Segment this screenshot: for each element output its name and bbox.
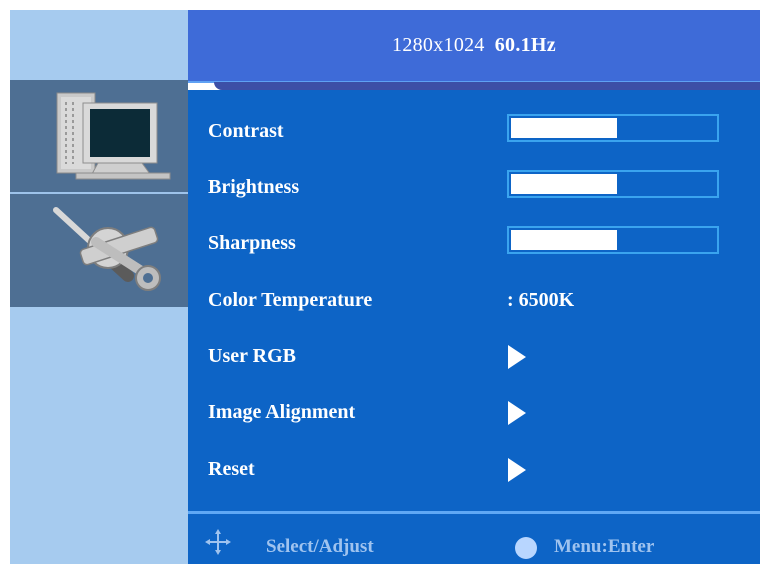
contrast-label: Contrast <box>208 120 284 142</box>
color-temperature-label: Color Temperature <box>208 289 373 311</box>
header-tab-edge <box>214 82 760 90</box>
enter-button-icon <box>515 537 537 559</box>
select-adjust-hint: Select/Adjust <box>266 536 374 557</box>
submenu-arrow-icon <box>508 458 526 482</box>
osd-header: 1280x1024 60.1Hz <box>188 10 760 81</box>
submenu-arrow-icon <box>508 345 526 369</box>
sharpness-slider[interactable] <box>507 226 719 254</box>
osd-footer: Select/Adjust Menu:Enter <box>188 514 760 564</box>
sidebar-item-picture[interactable] <box>10 84 188 188</box>
menu-item-color-temperature[interactable]: Color Temperature : 6500K <box>188 281 760 321</box>
color-temperature-value: : 6500K <box>507 289 575 311</box>
brightness-slider-fill <box>511 174 617 194</box>
sharpness-label: Sharpness <box>208 232 296 254</box>
four-way-arrows-icon <box>205 529 231 555</box>
reset-label: Reset <box>208 458 255 480</box>
sidebar-item-settings[interactable] <box>10 198 188 304</box>
sharpness-slider-fill <box>511 230 617 250</box>
image-alignment-label: Image Alignment <box>208 401 356 423</box>
sidebar-divider <box>10 192 188 194</box>
submenu-arrow-icon <box>508 401 526 425</box>
brightness-slider[interactable] <box>507 170 719 198</box>
osd-menu-panel: Contrast Brightness Sharpness Color Temp… <box>188 90 760 511</box>
refresh-rate-value: 60.1Hz <box>494 34 556 56</box>
menu-enter-hint: Menu:Enter <box>554 536 655 557</box>
menu-item-reset[interactable]: Reset <box>188 450 760 490</box>
contrast-slider[interactable] <box>507 114 719 142</box>
brightness-label: Brightness <box>208 176 300 198</box>
user-rgb-label: User RGB <box>208 345 296 367</box>
menu-item-image-alignment[interactable]: Image Alignment <box>188 393 760 433</box>
resolution-readout: 1280x1024 60.1Hz <box>188 34 760 57</box>
menu-item-user-rgb[interactable]: User RGB <box>188 337 760 377</box>
resolution-value: 1280x1024 <box>392 34 485 56</box>
contrast-slider-fill <box>511 118 617 138</box>
monitor-icon <box>56 92 171 180</box>
tools-icon <box>53 207 161 291</box>
